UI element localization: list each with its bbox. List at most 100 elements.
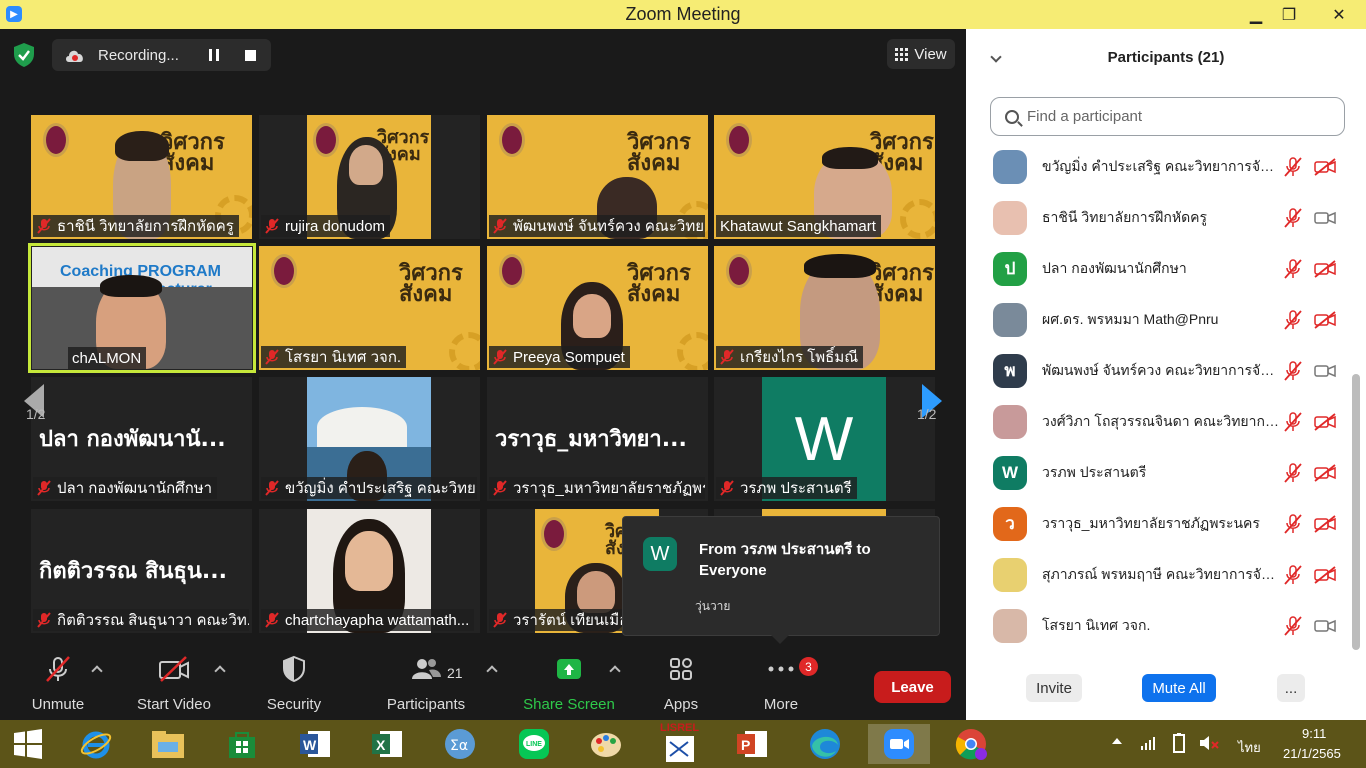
video-off-icon[interactable] xyxy=(1314,259,1336,278)
participant-row[interactable]: ผศ.ดร. พรหมมา Math@Pnru xyxy=(966,294,1350,345)
muted-mic-icon[interactable] xyxy=(1284,411,1302,432)
search-input[interactable] xyxy=(1027,108,1327,125)
video-tile[interactable]: วิศวกร สังคม โสรยา นิเทศ วจก. xyxy=(259,246,480,370)
edge-taskbar-icon[interactable] xyxy=(805,724,845,764)
word-taskbar-icon[interactable]: W xyxy=(295,724,335,764)
participant-search[interactable] xyxy=(990,97,1345,136)
participant-row[interactable]: ธาชินี วิทยาลัยการฝึกหัดครู xyxy=(966,192,1350,243)
panel-more-button[interactable]: ... xyxy=(1277,674,1305,702)
video-icon[interactable] xyxy=(1314,209,1336,227)
start-video-label: Start Video xyxy=(137,696,211,713)
clock-date[interactable]: 21/1/2565 xyxy=(1283,746,1341,761)
maximize-button[interactable]: ❐ xyxy=(1267,0,1311,29)
show-hidden-icons-icon[interactable] xyxy=(1112,738,1122,744)
video-off-icon[interactable] xyxy=(1314,310,1336,329)
math-input-taskbar-icon[interactable]: Σα xyxy=(440,724,480,764)
video-tile[interactable]: วิศวกร สังคม ธาชินี วิทยาลัยการฝึกหัดครู xyxy=(31,115,252,239)
powerpoint-taskbar-icon[interactable]: P xyxy=(732,724,772,764)
muted-mic-icon[interactable] xyxy=(1284,615,1302,636)
zoom-taskbar-icon[interactable] xyxy=(868,724,930,764)
muted-mic-icon[interactable] xyxy=(1284,564,1302,585)
video-options-caret-icon[interactable] xyxy=(214,665,226,677)
leave-button[interactable]: Leave xyxy=(874,671,951,703)
participant-row[interactable]: โสรยา นิเทศ วจก. xyxy=(966,600,1350,651)
video-tile[interactable]: ขวัญมิ่ง คำประเสริฐ คณะวิทยา... xyxy=(259,377,480,501)
volume-muted-icon[interactable] xyxy=(1198,734,1220,752)
more-label: More xyxy=(763,696,799,713)
video-off-icon[interactable] xyxy=(1314,565,1336,584)
participants-options-caret-icon[interactable] xyxy=(486,665,498,677)
muted-mic-icon[interactable] xyxy=(1284,309,1302,330)
chat-sender-avatar: W xyxy=(643,537,677,571)
pause-recording-button[interactable] xyxy=(198,39,230,71)
audio-options-caret-icon[interactable] xyxy=(91,665,103,677)
participant-row[interactable]: สุภาภรณ์ พรหมฤาษี คณะวิทยาการจัด... xyxy=(966,549,1350,600)
paint-taskbar-icon[interactable] xyxy=(586,724,626,764)
security-button[interactable]: Security xyxy=(264,649,324,720)
participant-row[interactable]: ป ปลา กองพัฒนานักศึกษา xyxy=(966,243,1350,294)
participant-row[interactable]: ขวัญมิ่ง คำประเสริฐ คณะวิทยาการจัดก... xyxy=(966,141,1350,192)
video-tile[interactable]: กิตติวรรณ สินธุน... กิตติวรรณ สินธุนาวา … xyxy=(31,509,252,633)
video-off-icon[interactable] xyxy=(1314,514,1336,533)
video-tile[interactable]: W วรภพ ประสานตรี xyxy=(714,377,935,501)
muted-mic-icon[interactable] xyxy=(1284,462,1302,483)
share-screen-button[interactable]: Share Screen xyxy=(522,649,616,720)
muted-mic-icon[interactable] xyxy=(1284,258,1302,279)
lisrel-taskbar-icon[interactable]: LISREL xyxy=(660,722,700,764)
invite-button[interactable]: Invite xyxy=(1026,674,1082,702)
close-button[interactable]: ✕ xyxy=(1312,0,1366,29)
apps-button[interactable]: Apps xyxy=(658,649,704,720)
battery-icon[interactable] xyxy=(1170,732,1188,754)
line-app-taskbar-icon[interactable]: LINE xyxy=(514,724,554,764)
muted-mic-icon[interactable] xyxy=(1284,156,1302,177)
muted-mic-icon[interactable] xyxy=(1284,207,1302,228)
encryption-shield-icon[interactable] xyxy=(12,42,36,68)
video-tile[interactable]: วราวุธ_มหาวิทยา... วราวุธ_มหาวิทยาลัยราช… xyxy=(487,377,708,501)
video-tile[interactable]: วิศวกร สังคม rujira donudom xyxy=(259,115,480,239)
video-tile[interactable]: วิศวกร สังคม Preeya Sompuet xyxy=(487,246,708,370)
participant-row[interactable]: ว วราวุธ_มหาวิทยาลัยราชภัฏพระนคร xyxy=(966,498,1350,549)
start-video-button[interactable]: Start Video xyxy=(132,649,216,720)
participant-row[interactable]: วงศ์วิภา โถสุวรรณจินดา คณะวิทยาการ... xyxy=(966,396,1350,447)
participant-row[interactable]: พ พัฒนพงษ์ จันทร์ควง คณะวิทยาการจัด... xyxy=(966,345,1350,396)
lisrel-label: LISREL xyxy=(660,722,700,734)
participants-button[interactable]: Participants xyxy=(384,649,468,720)
video-tile[interactable]: chartchayapha wattamath... xyxy=(259,509,480,633)
chat-notification[interactable]: W From วรภพ ประสานตรี to Everyone วุ่นวา… xyxy=(622,516,940,644)
excel-taskbar-icon[interactable]: X xyxy=(367,724,407,764)
internet-explorer-taskbar-icon[interactable] xyxy=(76,724,116,764)
mute-all-button[interactable]: Mute All xyxy=(1142,674,1216,702)
video-icon[interactable] xyxy=(1314,362,1336,380)
panel-scrollbar[interactable] xyxy=(1352,374,1360,650)
video-tile[interactable]: ปลา กองพัฒนานั... ปลา กองพัฒนานักศึกษา xyxy=(31,377,252,501)
participant-list: ขวัญมิ่ง คำประเสริฐ คณะวิทยาการจัดก... ธา… xyxy=(966,141,1350,651)
stop-recording-button[interactable] xyxy=(234,39,266,71)
clock-time[interactable]: 9:11 xyxy=(1302,726,1326,741)
video-off-icon[interactable] xyxy=(1314,412,1336,431)
start-button[interactable] xyxy=(8,724,48,764)
chrome-taskbar-icon[interactable] xyxy=(945,724,997,764)
muted-mic-icon[interactable] xyxy=(1284,513,1302,534)
video-tile[interactable]: วิศวกร สังคม Khatawut Sangkhamart xyxy=(714,115,935,239)
participant-name-tag: rujira donudom xyxy=(261,215,391,237)
more-button[interactable]: More xyxy=(756,649,806,720)
participant-avatar xyxy=(993,149,1027,184)
network-icon[interactable] xyxy=(1140,735,1156,751)
store-taskbar-icon[interactable] xyxy=(222,724,262,764)
participant-name: วงศ์วิภา โถสุวรรณจินดา คณะวิทยาการ... xyxy=(1042,412,1280,429)
video-tile[interactable]: วิศวกร สังคม พัฒนพงษ์ จันทร์ควง คณะวิทยา.… xyxy=(487,115,708,239)
view-button[interactable]: View xyxy=(887,39,955,69)
muted-mic-icon xyxy=(720,349,734,365)
input-language[interactable]: ไทย xyxy=(1238,737,1261,758)
video-icon[interactable] xyxy=(1314,617,1336,635)
unmute-button[interactable]: Unmute xyxy=(26,649,90,720)
active-speaker-tile[interactable]: Coaching PROGRAM for Lecturer chALMON xyxy=(28,243,256,373)
video-tile[interactable]: วิศวกร สังคม เกรียงไกร โพธิ์มณี xyxy=(714,246,935,370)
video-off-icon[interactable] xyxy=(1314,157,1336,176)
unmute-label: Unmute xyxy=(31,696,85,713)
file-explorer-taskbar-icon[interactable] xyxy=(148,724,188,764)
windows-logo-icon xyxy=(14,729,42,759)
participant-row[interactable]: W วรภพ ประสานตรี xyxy=(966,447,1350,498)
muted-mic-icon[interactable] xyxy=(1284,360,1302,381)
video-off-icon[interactable] xyxy=(1314,463,1336,482)
